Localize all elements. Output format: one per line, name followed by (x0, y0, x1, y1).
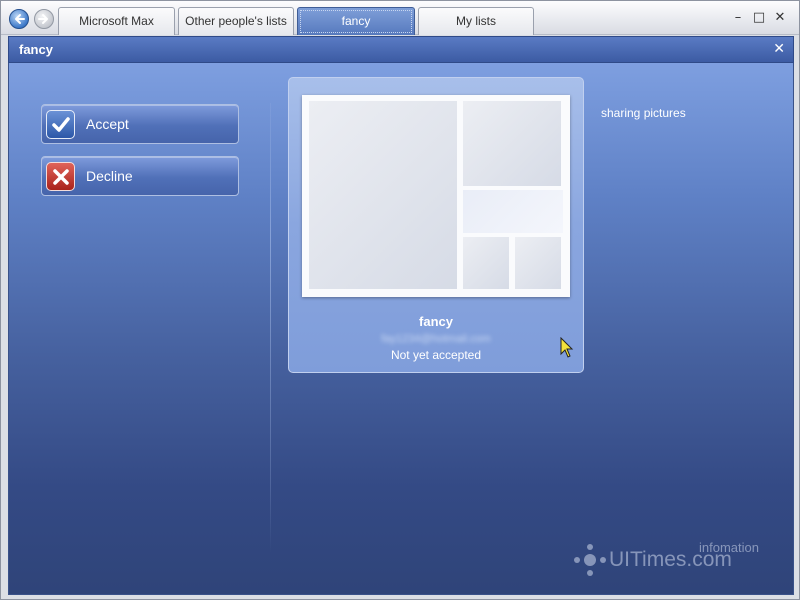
cross-icon (46, 162, 75, 191)
mouse-cursor-icon (560, 337, 574, 358)
page-title: fancy (19, 42, 53, 57)
vertical-divider (270, 103, 271, 553)
close-list-button[interactable]: ✕ (773, 41, 785, 57)
main-panel: Accept Decline fancy fay1234@hotmail.com… (8, 63, 794, 595)
shared-list-card[interactable]: fancy fay1234@hotmail.com Not yet accept… (288, 77, 584, 373)
watermark-subtext: infomation (699, 540, 759, 555)
photo-placeholder (463, 237, 509, 289)
tab-fancy[interactable]: fancy (297, 7, 415, 35)
arrow-right-icon (38, 14, 48, 24)
list-description: sharing pictures (601, 106, 686, 120)
tab-bar: Microsoft Max Other people's lists fancy… (1, 1, 799, 35)
list-owner-name: fancy (419, 314, 453, 329)
maximize-button[interactable]: □ (752, 11, 766, 25)
app-window: Microsoft Max Other people's lists fancy… (0, 0, 800, 600)
accept-label: Accept (86, 116, 129, 132)
photo-placeholder (309, 101, 457, 289)
tab-other-peoples-lists[interactable]: Other people's lists (178, 7, 294, 35)
decline-label: Decline (86, 168, 133, 184)
list-titlebar: fancy ✕ (8, 36, 794, 63)
tab-microsoft-max[interactable]: Microsoft Max (58, 7, 175, 35)
decline-button[interactable]: Decline (41, 156, 239, 196)
minimize-button[interactable]: – (731, 11, 745, 25)
tab-my-lists[interactable]: My lists (418, 7, 534, 35)
list-owner-email: fay1234@hotmail.com (381, 333, 491, 345)
checkmark-icon (46, 110, 75, 139)
photo-placeholder (515, 237, 561, 289)
accept-button[interactable]: Accept (41, 104, 239, 144)
watermark: UITimes.com infomation (569, 538, 789, 588)
close-window-button[interactable]: ✕ (773, 11, 787, 25)
watermark-logo-icon (574, 544, 606, 576)
status-text: Not yet accepted (390, 348, 482, 362)
photo-placeholder (463, 190, 563, 233)
arrow-left-icon (15, 14, 25, 24)
photo-placeholder (463, 101, 561, 186)
collage-thumbnail (302, 95, 570, 297)
forward-button[interactable] (34, 9, 54, 29)
back-button[interactable] (9, 9, 29, 29)
